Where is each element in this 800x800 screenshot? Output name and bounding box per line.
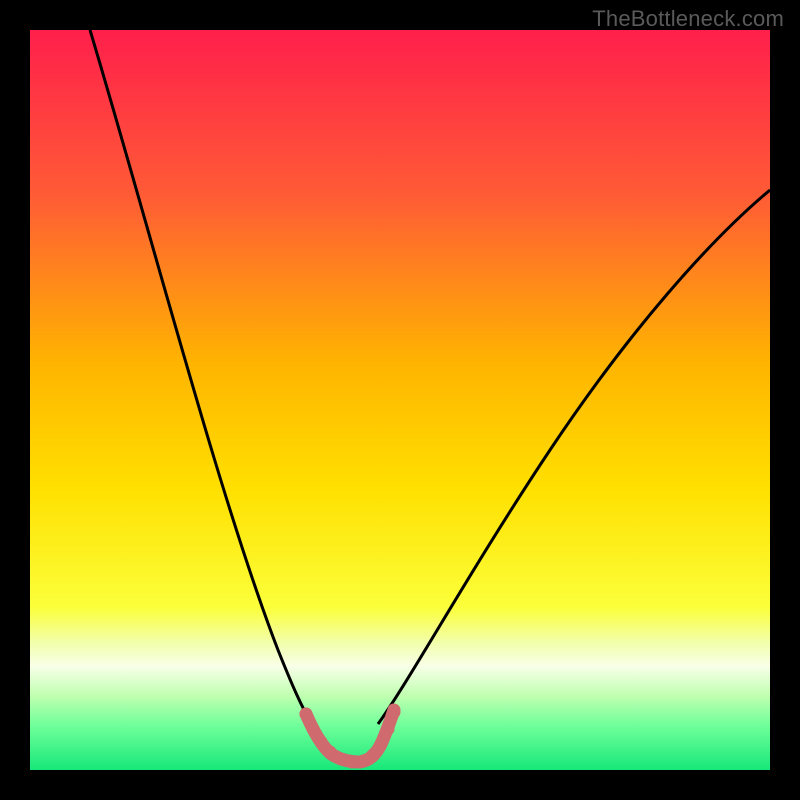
chart-frame: TheBottleneck.com [0,0,800,800]
gradient-background [30,30,770,770]
watermark-text: TheBottleneck.com [592,6,784,32]
chart-svg [30,30,770,770]
plot-area [30,30,770,770]
